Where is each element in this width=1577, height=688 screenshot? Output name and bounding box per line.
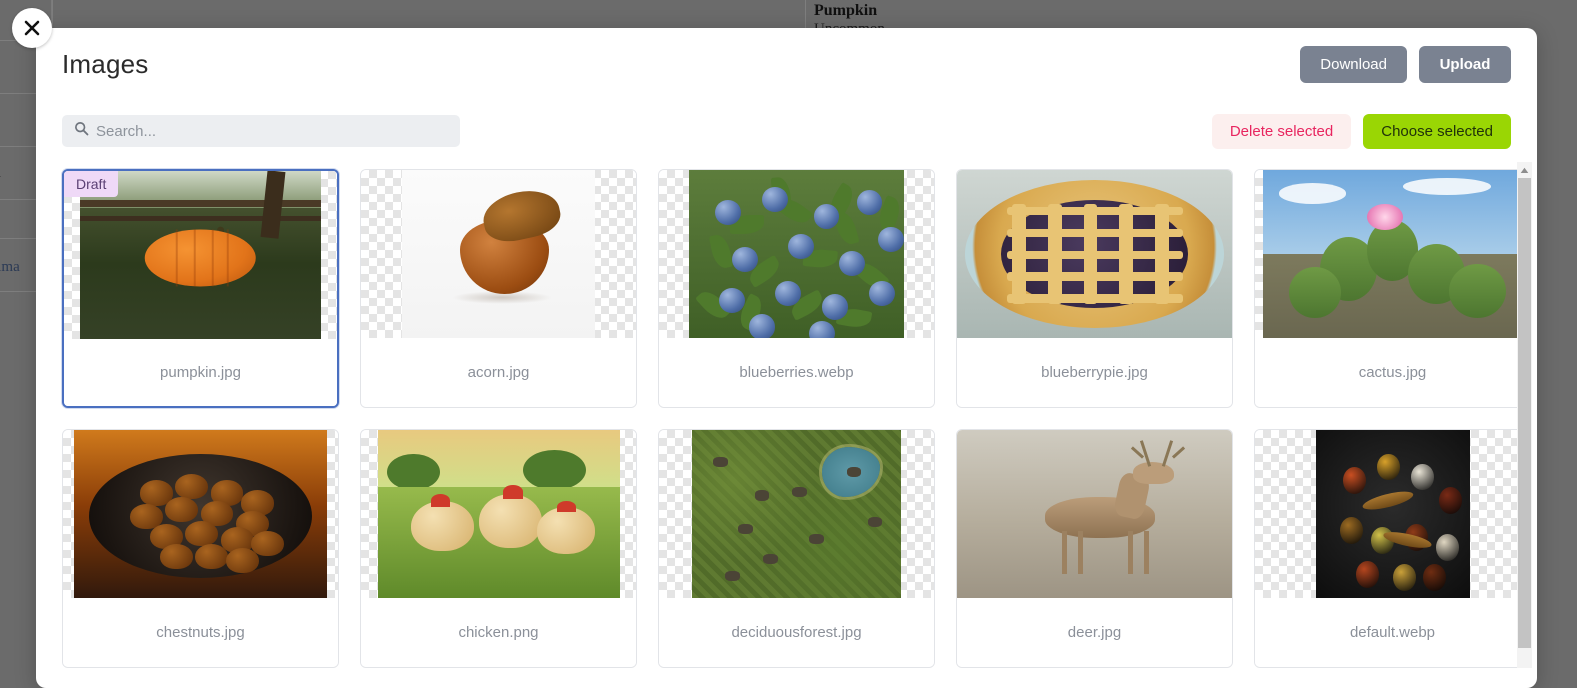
- image-filename: deciduousforest.jpg: [659, 598, 934, 667]
- modal-toolbar: Delete selected Choose selected: [36, 100, 1537, 162]
- image-filename: deer.jpg: [957, 598, 1232, 667]
- thumbnail-art-frame: [378, 430, 620, 598]
- image-thumbnail[interactable]: [361, 430, 636, 598]
- thumbnail-image: [378, 430, 620, 598]
- image-thumbnail[interactable]: [659, 170, 934, 338]
- thumbnail-image: [1263, 170, 1522, 338]
- background-detail-title: Pumpkin: [814, 2, 877, 20]
- background-left-fragment-2: n ima: [0, 259, 20, 276]
- choose-selected-button[interactable]: Choose selected: [1363, 114, 1511, 149]
- thumbnail-art-frame: [957, 430, 1232, 598]
- thumbnail-image: [692, 430, 901, 598]
- thumbnail-art-frame: [1263, 170, 1522, 338]
- thumbnail-image: [402, 170, 595, 338]
- image-thumbnail[interactable]: [659, 430, 934, 598]
- images-modal: Images Download Upload Delete selected C…: [36, 28, 1537, 688]
- thumbnail-image: [957, 430, 1232, 598]
- upload-button[interactable]: Upload: [1419, 46, 1511, 83]
- image-grid: Draft pumpkin.jpg acorn.jpg blueberries.w…: [62, 162, 1511, 668]
- image-thumbnail[interactable]: [63, 430, 338, 598]
- thumbnail-art-frame: [692, 430, 901, 598]
- image-filename: blueberrypie.jpg: [957, 338, 1232, 407]
- header-actions: Download Upload: [1300, 46, 1511, 83]
- modal-header: Images Download Upload: [36, 28, 1537, 100]
- image-filename: default.webp: [1255, 598, 1530, 667]
- image-card[interactable]: blueberrypie.jpg: [956, 169, 1233, 408]
- image-card[interactable]: Draft pumpkin.jpg: [62, 169, 339, 408]
- image-filename: cactus.jpg: [1255, 338, 1530, 407]
- image-thumbnail[interactable]: [1255, 170, 1530, 338]
- image-card[interactable]: chestnuts.jpg: [62, 429, 339, 668]
- image-card[interactable]: deciduousforest.jpg: [658, 429, 935, 668]
- download-button[interactable]: Download: [1300, 46, 1407, 83]
- thumbnail-image: [957, 170, 1232, 338]
- thumbnail-image: [74, 430, 327, 598]
- delete-selected-button[interactable]: Delete selected: [1212, 114, 1351, 149]
- thumbnail-art-frame: [402, 170, 595, 338]
- image-thumbnail[interactable]: Draft: [64, 171, 337, 339]
- image-thumbnail[interactable]: [957, 170, 1232, 338]
- image-filename: chestnuts.jpg: [63, 598, 338, 667]
- search-box[interactable]: [62, 115, 460, 147]
- thumbnail-image: [689, 170, 904, 338]
- toolbar-actions: Delete selected Choose selected: [1212, 114, 1511, 149]
- background-left-fragment-1: on: [0, 165, 1, 182]
- image-card[interactable]: acorn.jpg: [360, 169, 637, 408]
- image-filename: pumpkin.jpg: [64, 339, 337, 406]
- scroll-up-arrow[interactable]: [1517, 162, 1532, 178]
- page-title: Images: [62, 49, 148, 80]
- image-card[interactable]: default.webp: [1254, 429, 1531, 668]
- image-thumbnail[interactable]: [957, 430, 1232, 598]
- image-card[interactable]: cactus.jpg: [1254, 169, 1531, 408]
- thumbnail-art-frame: [74, 430, 327, 598]
- image-filename: blueberries.webp: [659, 338, 934, 407]
- thumbnail-image: [1316, 430, 1470, 598]
- search-icon: [74, 121, 89, 141]
- image-thumbnail[interactable]: [361, 170, 636, 338]
- image-thumbnail[interactable]: [1255, 430, 1530, 598]
- image-filename: acorn.jpg: [361, 338, 636, 407]
- status-badge: Draft: [64, 171, 118, 197]
- thumbnail-art-frame: [957, 170, 1232, 338]
- image-gallery: Draft pumpkin.jpg acorn.jpg blueberries.w…: [36, 162, 1537, 668]
- image-filename: chicken.png: [361, 598, 636, 667]
- search-input[interactable]: [96, 115, 460, 147]
- close-icon: [22, 18, 42, 38]
- scrollbar-thumb[interactable]: [1518, 178, 1531, 648]
- thumbnail-art-frame: [1316, 430, 1470, 598]
- gallery-scrollbar[interactable]: [1517, 162, 1532, 668]
- image-card[interactable]: deer.jpg: [956, 429, 1233, 668]
- close-modal-button[interactable]: [12, 8, 52, 48]
- thumbnail-art-frame: [689, 170, 904, 338]
- image-card[interactable]: chicken.png: [360, 429, 637, 668]
- image-card[interactable]: blueberries.webp: [658, 169, 935, 408]
